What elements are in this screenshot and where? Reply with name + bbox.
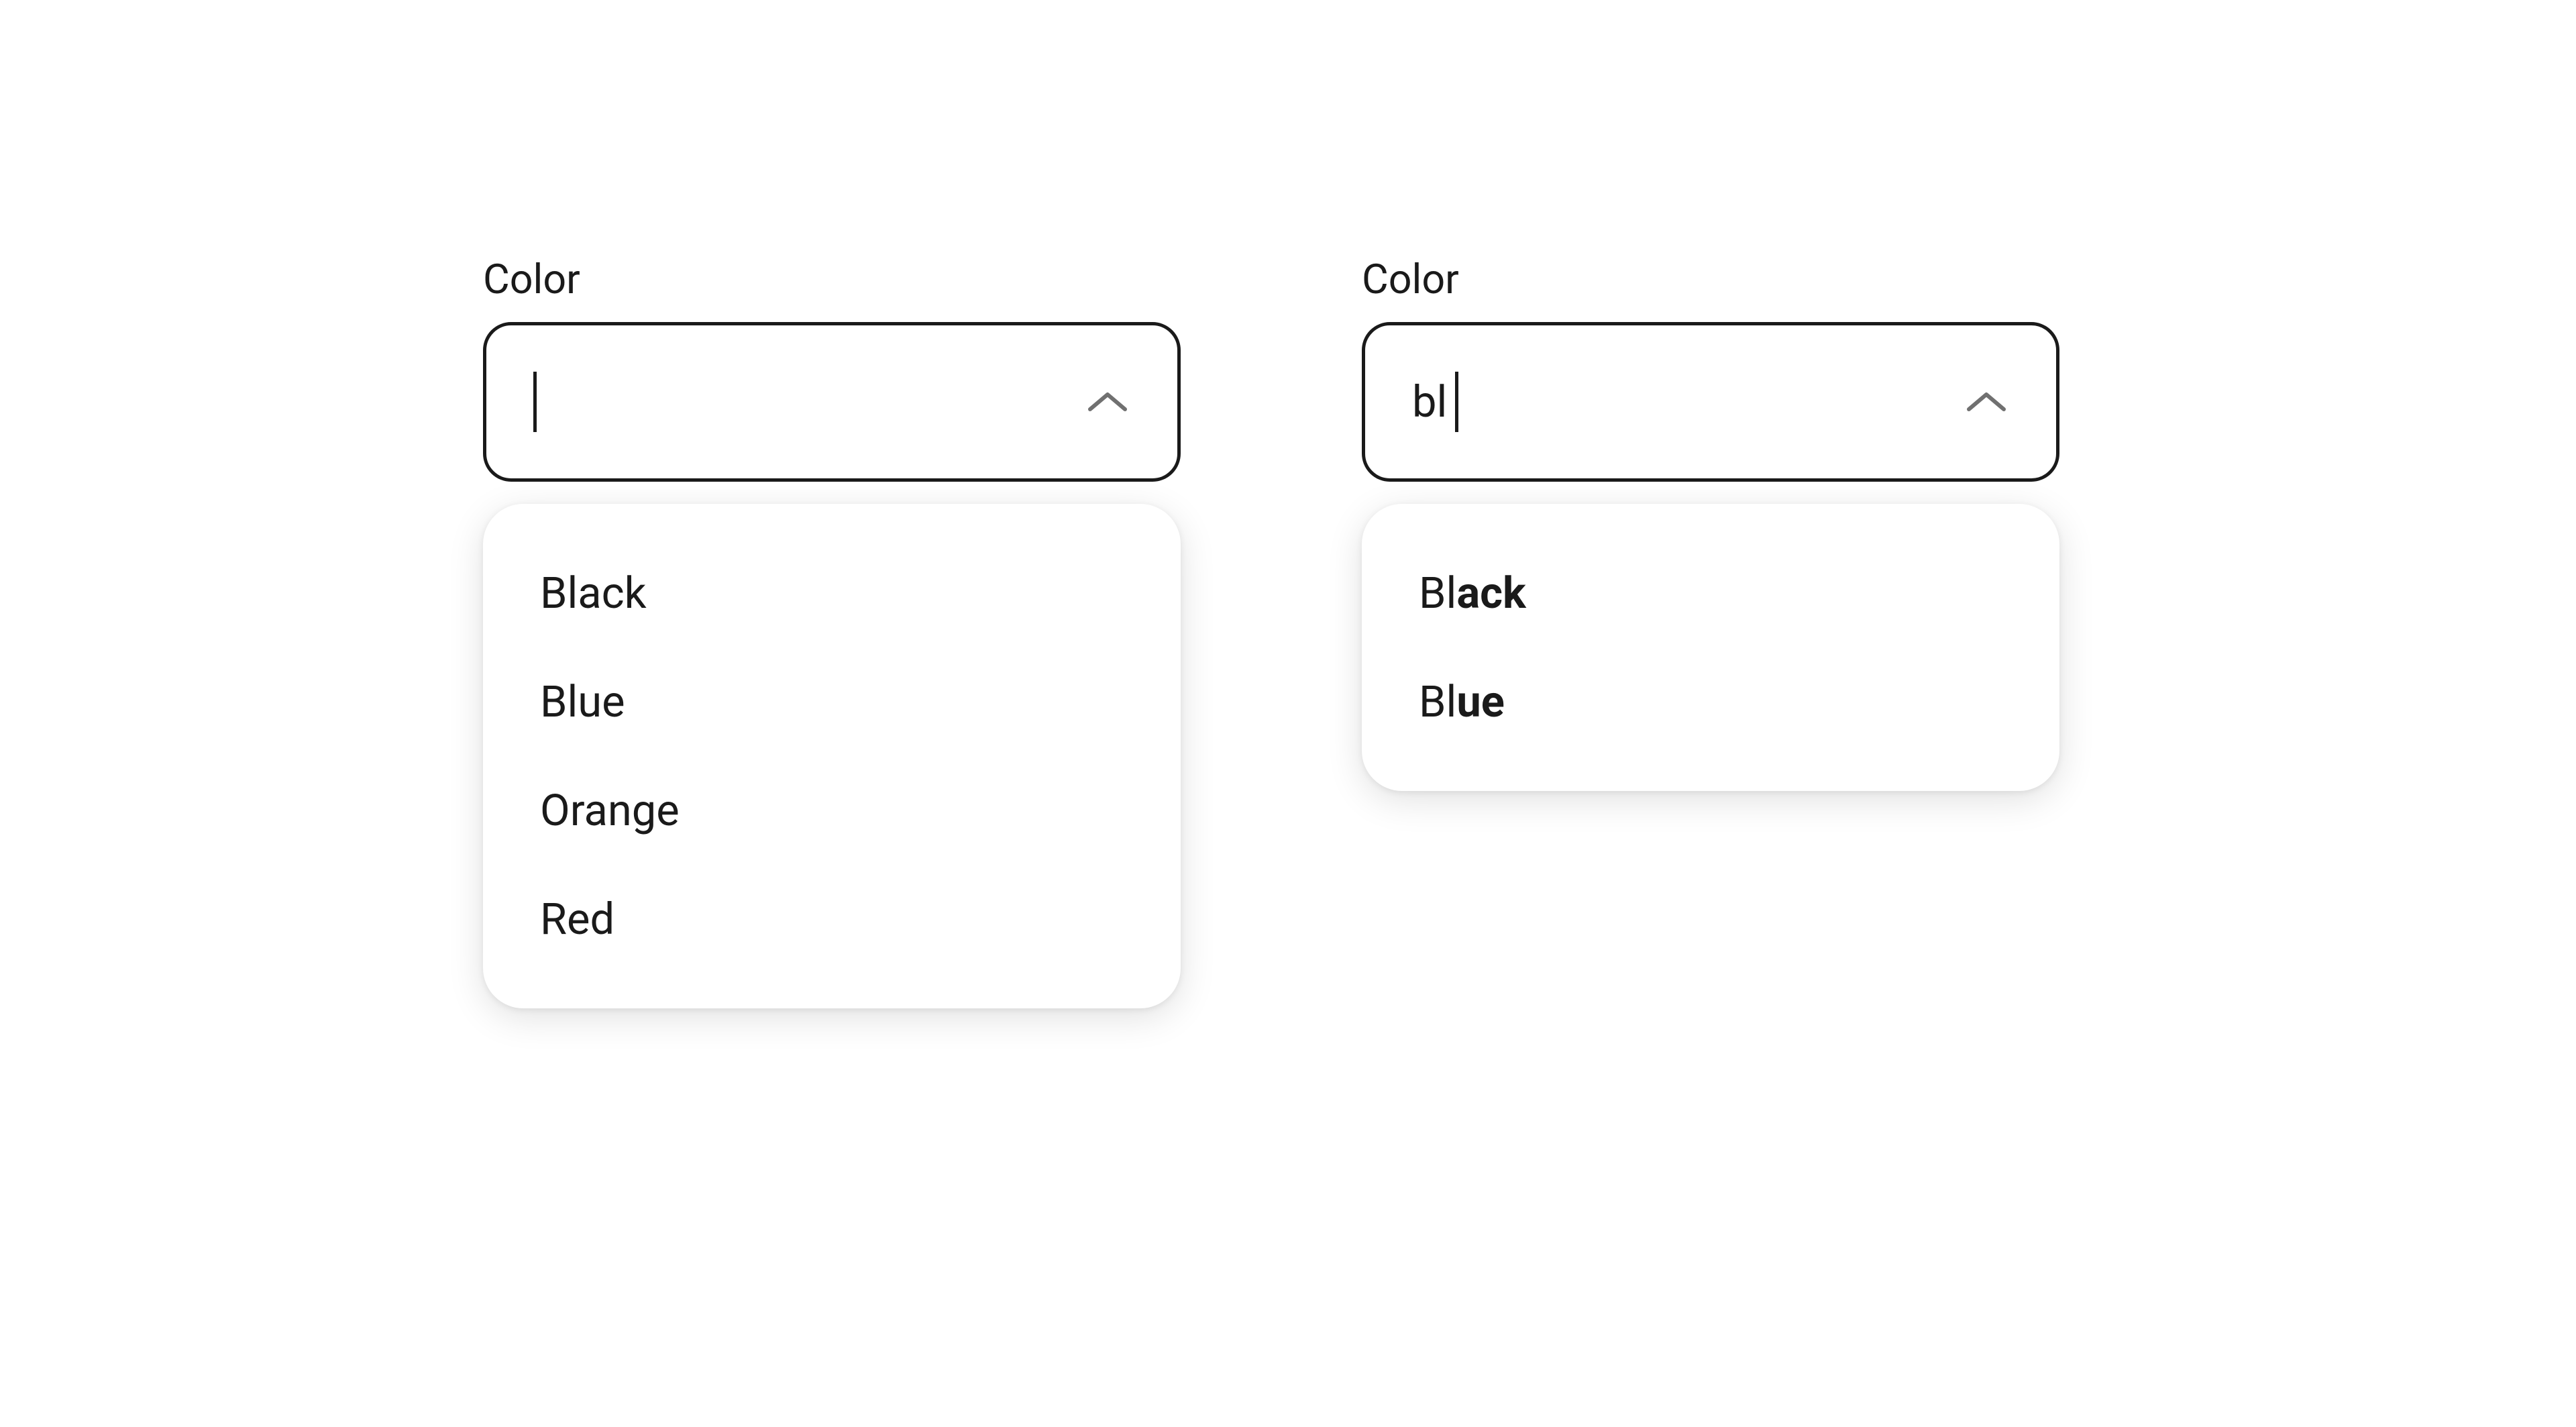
- combobox-input-wrapper[interactable]: bl: [1362, 322, 2059, 482]
- combobox-right: Color bl Black Blue: [1362, 255, 2059, 791]
- match-prefix: Bl: [1419, 676, 1456, 727]
- combobox-label: Color: [1362, 255, 2059, 303]
- match-prefix: Bl: [1419, 568, 1456, 619]
- dropdown-item-blue[interactable]: Blue: [483, 647, 1181, 756]
- dropdown-item-black[interactable]: Black: [483, 539, 1181, 647]
- combobox-input-wrapper[interactable]: [483, 322, 1181, 482]
- combobox-label: Color: [483, 255, 1181, 303]
- text-caret: [1455, 372, 1458, 432]
- match-rest: ue: [1456, 676, 1505, 727]
- dropdown-item-orange[interactable]: Orange: [483, 756, 1181, 865]
- chevron-up-icon[interactable]: [1964, 389, 2009, 415]
- dropdown-item-red[interactable]: Red: [483, 865, 1181, 973]
- chevron-up-icon[interactable]: [1085, 389, 1130, 415]
- dropdown-panel: Black Blue Orange Red: [483, 504, 1181, 1008]
- text-caret: [533, 372, 537, 432]
- combobox-left: Color Black Blue Orange Red: [483, 255, 1181, 1008]
- match-rest: ack: [1456, 568, 1525, 619]
- combobox-input-text: bl: [1412, 372, 1458, 432]
- combobox-examples: Color Black Blue Orange Red Color bl: [483, 255, 2093, 1008]
- dropdown-item-blue[interactable]: Blue: [1362, 647, 2059, 756]
- dropdown-panel: Black Blue: [1362, 504, 2059, 791]
- dropdown-item-black[interactable]: Black: [1362, 539, 2059, 647]
